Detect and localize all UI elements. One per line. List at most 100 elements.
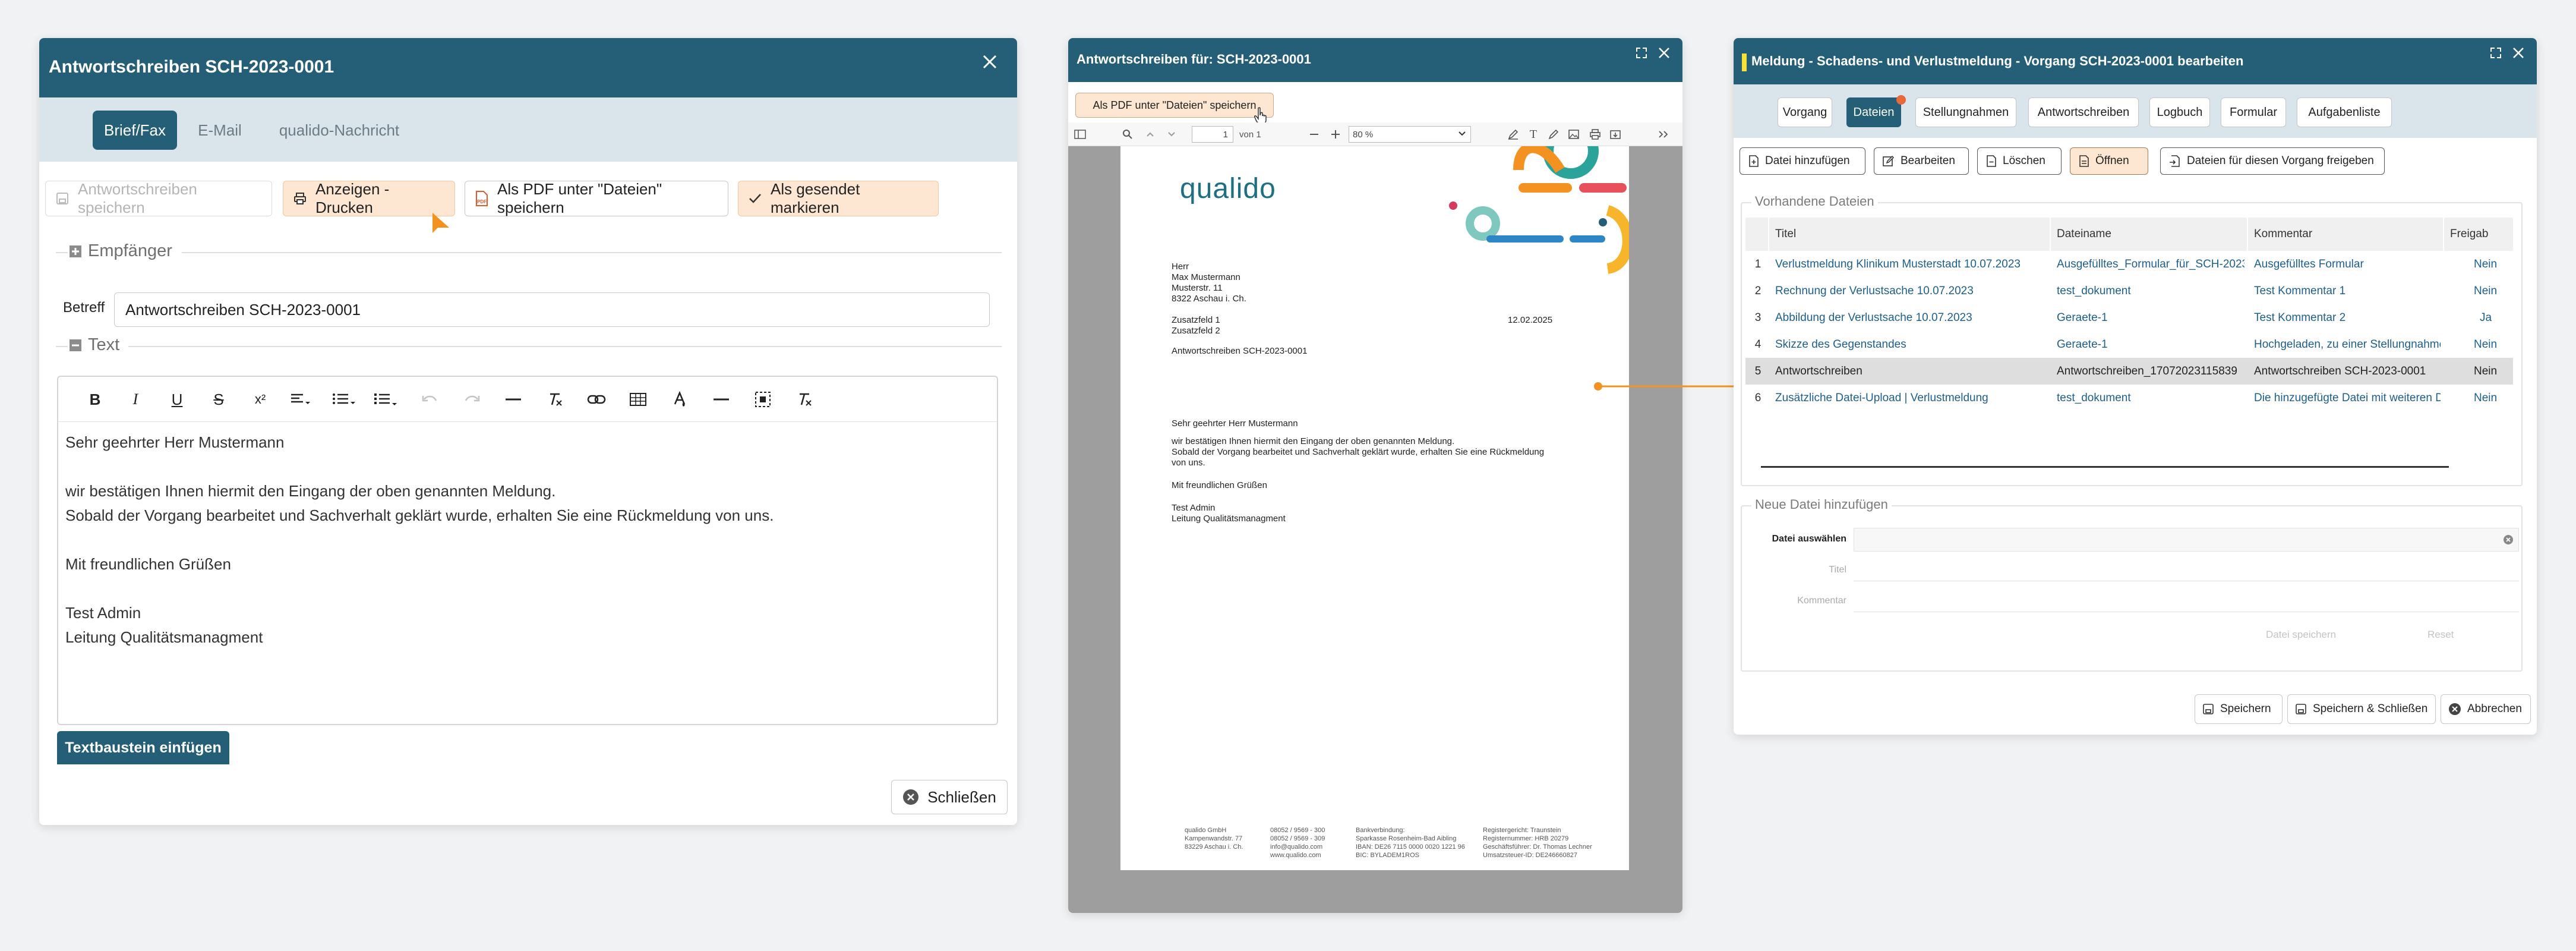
save-file-button[interactable]: Datei speichern xyxy=(2266,629,2336,641)
text-legend[interactable]: Text xyxy=(69,335,119,355)
zoom-select[interactable]: 80 % xyxy=(1349,126,1471,143)
mark-sent-button[interactable]: Als gesendet markieren xyxy=(738,180,939,216)
tab-aufgabenliste[interactable]: Aufgabenliste xyxy=(2297,97,2392,127)
rich-text-editor[interactable]: B I U S x² Sehr geehrter Herr Mustermann… xyxy=(57,376,998,725)
cancel-button[interactable]: Abbrechen xyxy=(2441,694,2531,724)
cell-titel: Verlustmeldung Klinikum Musterstadt 10.0… xyxy=(1775,257,2021,270)
clear-icon[interactable] xyxy=(2503,534,2514,545)
close-icon[interactable] xyxy=(1658,46,1671,59)
tab-formular[interactable]: Formular xyxy=(2221,97,2286,127)
letter-date: 12.02.2025 xyxy=(1508,315,1553,325)
column-header-dateiname[interactable]: Dateiname xyxy=(2057,218,2111,251)
underline-icon[interactable]: U xyxy=(165,388,189,411)
divider xyxy=(128,346,1002,347)
save-button[interactable]: Speichern xyxy=(2195,694,2283,724)
kommentar-input[interactable] xyxy=(1854,588,2519,612)
print-button[interactable]: Anzeigen - Drucken xyxy=(283,180,455,216)
italic-icon[interactable]: I xyxy=(124,388,147,411)
sidebar-toggle-icon[interactable] xyxy=(1073,127,1087,141)
superscript-icon[interactable]: x² xyxy=(248,388,272,411)
tab-vorgang[interactable]: Vorgang xyxy=(1778,97,1832,127)
divider-line-icon[interactable] xyxy=(709,388,733,411)
maximize-icon[interactable] xyxy=(1635,46,1648,59)
delete-button[interactable]: Löschen xyxy=(1977,147,2062,175)
more-tools-icon[interactable] xyxy=(1656,127,1671,141)
next-page-icon[interactable] xyxy=(1166,127,1177,141)
close-icon[interactable] xyxy=(2512,46,2525,59)
close-button[interactable]: Schließen xyxy=(891,780,1008,814)
file-select-input[interactable] xyxy=(1854,528,2519,552)
footer-line: Geschäftsführer: Dr. Thomas Lechner xyxy=(1483,843,1592,851)
pdf-icon: PDF xyxy=(475,190,489,207)
add-file-button[interactable]: Datei hinzufügen xyxy=(1740,147,1865,175)
insert-text-block-button[interactable]: Textbaustein einfügen xyxy=(57,731,229,764)
save-close-button[interactable]: Speichern & Schließen xyxy=(2287,694,2436,724)
text-label: Text xyxy=(88,335,120,354)
bold-icon[interactable]: B xyxy=(83,388,107,411)
tab-dateien[interactable]: Dateien xyxy=(1846,97,1901,127)
table-icon[interactable] xyxy=(626,388,650,411)
table-row[interactable]: 3 Abbildung der Verlustsache 10.07.2023 … xyxy=(1745,304,2513,331)
table-row[interactable]: 2 Rechnung der Verlustsache 10.07.2023 t… xyxy=(1745,278,2513,304)
save-letter-button[interactable]: Antwortschreiben speichern xyxy=(45,180,272,216)
bullet-list-icon[interactable] xyxy=(373,388,397,411)
betreff-input[interactable]: Antwortschreiben SCH-2023-0001 xyxy=(114,292,990,327)
draw-icon[interactable] xyxy=(1507,127,1520,141)
antwortschreiben-dialog: Antwortschreiben SCH-2023-0001 Brief/Fax… xyxy=(39,38,1017,825)
tab-email[interactable]: E-Mail xyxy=(188,111,252,150)
pdf-viewer[interactable]: qualido Herr Max Mustermann Musterstr. 1… xyxy=(1068,146,1682,913)
share-files-button[interactable]: Dateien für diesen Vorgang freigeben xyxy=(2160,147,2385,175)
tab-brief-fax[interactable]: Brief/Fax xyxy=(93,111,177,150)
save-pdf-button[interactable]: Als PDF unter "Dateien" speichern xyxy=(1075,93,1274,118)
tab-stellungnahmen[interactable]: Stellungnahmen xyxy=(1915,97,2016,127)
cell-kommentar: Ausgefülltes Formular xyxy=(2254,257,2364,270)
page-count: von 1 xyxy=(1239,129,1261,140)
table-row-selected[interactable]: 5 Antwortschreiben Antwortschreiben_1707… xyxy=(1745,358,2513,385)
titel-input[interactable] xyxy=(1854,558,2519,581)
tab-antwortschreiben[interactable]: Antwortschreiben xyxy=(2028,97,2139,127)
strikethrough-icon[interactable]: S xyxy=(207,388,231,411)
close-icon[interactable] xyxy=(978,50,1002,74)
table-row[interactable]: 4 Skizze des Gegenstandes Geraete-1 Hoch… xyxy=(1745,331,2513,358)
edit-button[interactable]: Bearbeiten xyxy=(1874,147,1969,175)
table-row[interactable]: 1 Verlustmeldung Klinikum Musterstadt 10… xyxy=(1745,251,2513,278)
text-tool-icon[interactable]: T xyxy=(1527,127,1540,141)
column-header-kommentar[interactable]: Kommentar xyxy=(2254,218,2312,251)
dialog-header: Antwortschreiben SCH-2023-0001 xyxy=(39,38,1017,97)
remove-format-icon[interactable] xyxy=(793,388,816,411)
ordered-list-icon[interactable] xyxy=(332,388,355,411)
align-icon[interactable] xyxy=(289,388,312,411)
tab-logbuch[interactable]: Logbuch xyxy=(2149,97,2210,127)
pen-icon[interactable] xyxy=(1547,127,1560,141)
column-header-freigabe[interactable]: Freigab xyxy=(2450,218,2513,251)
horizontal-rule-icon[interactable] xyxy=(501,388,525,411)
editor-content[interactable]: Sehr geehrter Herr Mustermann wir bestät… xyxy=(65,430,774,650)
search-icon[interactable] xyxy=(1120,127,1135,141)
tab-qualido-nachricht[interactable]: qualido-Nachricht xyxy=(265,111,413,150)
download-icon[interactable] xyxy=(1609,127,1622,141)
horizontal-scrollbar[interactable] xyxy=(1761,466,2449,468)
delete-label: Löschen xyxy=(2003,155,2045,167)
cancel-label: Abbrechen xyxy=(2467,703,2522,715)
redo-icon[interactable] xyxy=(460,388,484,411)
maximize-icon[interactable] xyxy=(2489,46,2502,59)
empfaenger-legend[interactable]: Empfänger xyxy=(69,241,172,261)
text-color-icon[interactable] xyxy=(668,388,692,411)
open-button[interactable]: Öffnen xyxy=(2070,147,2148,175)
table-row[interactable]: 6 Zusätzliche Datei-Upload | Verlustmeld… xyxy=(1745,385,2513,411)
zoom-out-icon[interactable] xyxy=(1308,127,1320,141)
dialog-header: Meldung - Schadens- und Verlustmeldung -… xyxy=(1734,38,2537,84)
page-number-input[interactable]: 1 xyxy=(1192,126,1233,143)
zoom-in-icon[interactable] xyxy=(1330,127,1341,141)
link-icon[interactable] xyxy=(585,388,608,411)
clear-format-icon[interactable] xyxy=(543,388,567,411)
image-icon[interactable] xyxy=(1567,127,1580,141)
column-header-titel[interactable]: Titel xyxy=(1775,218,1796,251)
editor-toolbar: B I U S x² xyxy=(58,377,997,422)
previous-page-icon[interactable] xyxy=(1144,127,1156,141)
print-icon[interactable] xyxy=(1589,127,1602,141)
save-pdf-button[interactable]: PDF Als PDF unter "Dateien" speichern xyxy=(465,180,728,216)
select-all-icon[interactable] xyxy=(751,388,775,411)
undo-icon[interactable] xyxy=(418,388,442,411)
reset-button[interactable]: Reset xyxy=(2427,629,2454,641)
